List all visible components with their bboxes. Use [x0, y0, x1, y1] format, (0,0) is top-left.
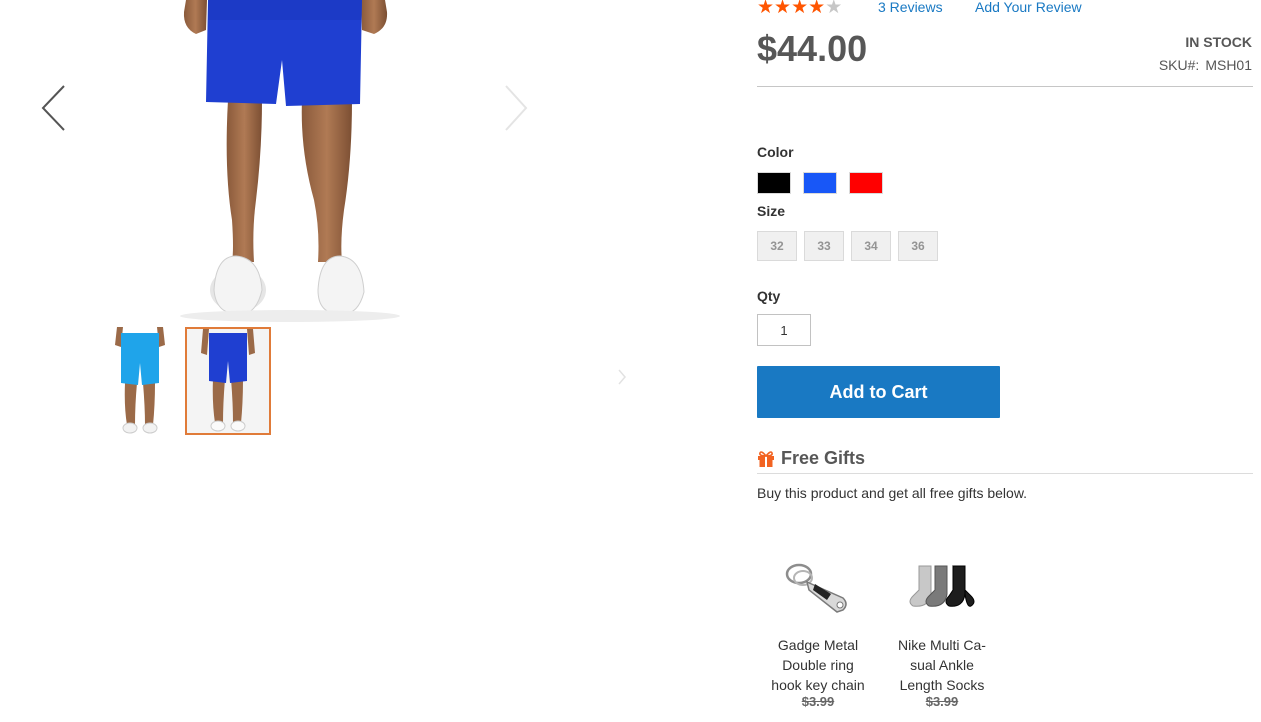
size-label: Size — [757, 203, 786, 219]
color-label: Color — [757, 144, 794, 160]
add-to-cart-button[interactable]: Add to Cart — [757, 366, 1000, 418]
gallery-prev-button[interactable] — [40, 84, 68, 137]
sku-value: MSH01 — [1205, 57, 1252, 73]
add-review-link[interactable]: Add Your Review — [975, 0, 1082, 15]
size-swatch-36[interactable]: 36 — [898, 231, 938, 261]
gift-name-line: Double ring — [782, 657, 854, 673]
product-gallery — [0, 0, 570, 325]
stock-status: IN STOCK — [1185, 34, 1252, 50]
product-sku: SKU#: MSH01 — [1159, 57, 1252, 73]
qty-label: Qty — [757, 288, 781, 304]
thumbnail-blue-shorts[interactable] — [185, 327, 271, 435]
gift-price: $3.99 — [801, 694, 835, 709]
gift-item: Gadge Metal Double ring hook key chain $… — [756, 553, 880, 709]
gift-image-keychain[interactable] — [756, 553, 880, 621]
star-filled-icon: ★ — [808, 0, 826, 18]
gift-item: Nike Multi Ca- sual Ankle Length Socks $… — [880, 553, 1004, 709]
size-swatch-32[interactable]: 32 — [757, 231, 797, 261]
free-gifts-title: Free Gifts — [781, 448, 866, 468]
free-gifts-description: Buy this product and get all free gifts … — [757, 485, 1028, 501]
socks-image — [909, 565, 975, 607]
color-swatch-blue[interactable] — [803, 172, 837, 194]
divider — [757, 473, 1253, 474]
product-price: $44.00 — [757, 28, 868, 69]
size-swatch-33[interactable]: 33 — [804, 231, 844, 261]
thumbnail-image — [187, 329, 269, 433]
star-filled-icon: ★ — [774, 0, 792, 18]
free-gifts-heading: Free Gifts — [757, 448, 865, 469]
star-filled-icon: ★ — [757, 0, 775, 18]
gift-name[interactable]: Gadge Metal Double ring hook key chain — [756, 635, 880, 695]
gift-name-line: sual Ankle — [910, 657, 974, 673]
gift-name-line: Gadge Metal — [777, 637, 859, 653]
gift-name-line: Length Socks — [899, 677, 985, 693]
gift-name[interactable]: Nike Multi Ca- sual Ankle Length Socks — [880, 635, 1004, 695]
color-swatch-black[interactable] — [757, 172, 791, 194]
reviews-link[interactable]: 3 Reviews — [878, 0, 943, 15]
product-main-image — [180, 0, 400, 322]
gift-image-socks[interactable] — [880, 553, 1004, 621]
gallery-next-button[interactable] — [502, 84, 530, 137]
divider — [757, 86, 1253, 87]
gift-icon — [758, 450, 774, 467]
gift-name-line: Nike Multi Ca- — [898, 637, 986, 653]
gift-price: $3.99 — [925, 694, 959, 709]
rating-stars: ★ ★ ★ ★ ★ — [757, 0, 842, 17]
star-empty-icon: ★ — [825, 0, 843, 18]
chevron-left-icon — [41, 85, 65, 131]
sku-label: SKU#: — [1158, 57, 1200, 73]
chevron-right-icon — [505, 85, 528, 131]
thumbnail-image — [115, 327, 165, 434]
color-swatch-red[interactable] — [849, 172, 883, 194]
thumbnail-cyan-shorts[interactable] — [97, 327, 183, 435]
star-filled-icon: ★ — [791, 0, 809, 18]
size-swatch-34[interactable]: 34 — [851, 231, 891, 261]
qty-input[interactable]: 1 — [757, 314, 811, 346]
keychain-image — [785, 563, 847, 613]
chevron-right-icon — [618, 369, 626, 385]
gift-name-line: hook key chain — [771, 677, 865, 693]
thumb-next-button[interactable] — [617, 368, 627, 391]
